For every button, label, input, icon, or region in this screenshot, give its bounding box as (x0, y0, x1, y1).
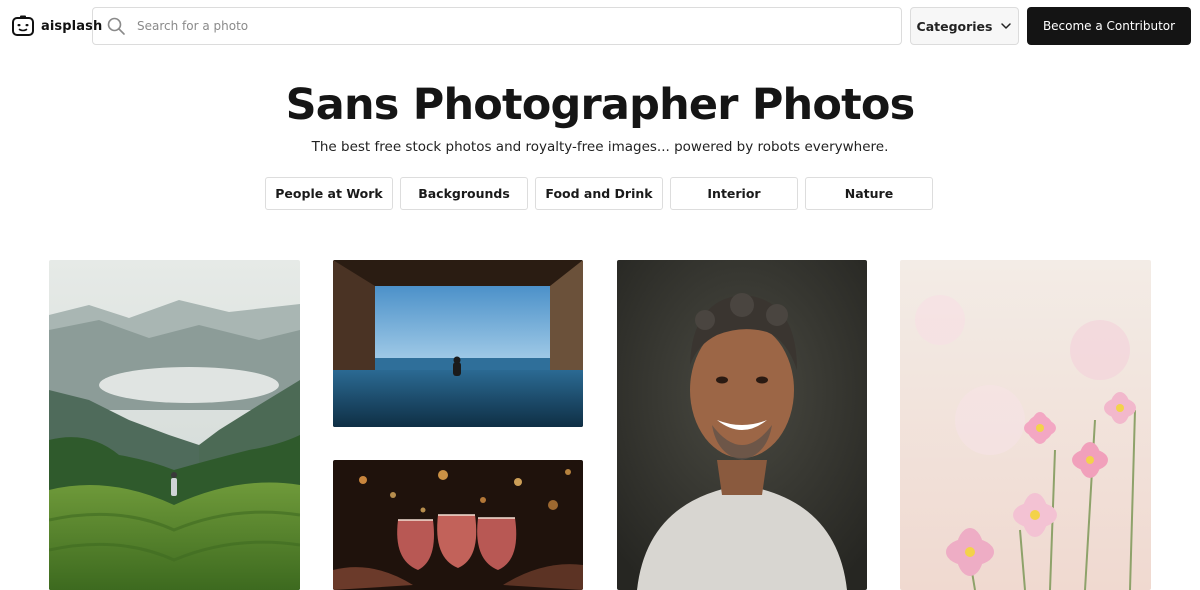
flowers-image (900, 260, 1151, 590)
wine-glasses-image (333, 460, 583, 590)
photo-pink-flowers[interactable] (900, 260, 1151, 590)
portrait-image (617, 260, 867, 590)
search-input[interactable] (135, 18, 879, 34)
mountain-landscape-image (49, 260, 300, 590)
chevron-down-icon (1001, 23, 1012, 29)
chip-backgrounds[interactable]: Backgrounds (400, 177, 528, 210)
page-subtitle: The best free stock photos and royalty-f… (311, 139, 889, 155)
photo-misty-mountains[interactable] (49, 260, 300, 590)
chip-nature[interactable]: Nature (805, 177, 933, 210)
photo-wine-toast[interactable] (333, 460, 583, 590)
chip-food-and-drink[interactable]: Food and Drink (535, 177, 663, 210)
photo-infinity-pool[interactable] (333, 260, 583, 427)
chip-interior[interactable]: Interior (670, 177, 798, 210)
page-title: Sans Photographer Photos (285, 80, 916, 130)
infinity-pool-image (333, 260, 583, 427)
category-chips: People at Work Backgrounds Food and Drin… (265, 177, 935, 210)
categories-label: Categories (916, 18, 993, 34)
search-icon (107, 17, 125, 35)
categories-dropdown-button[interactable]: Categories (910, 7, 1019, 45)
top-navbar: aisplash Categories Become a Contributor (0, 0, 1200, 52)
search-bar[interactable] (92, 7, 902, 45)
robot-logo-icon (12, 15, 34, 36)
logo[interactable]: aisplash (11, 13, 102, 39)
photo-smiling-man[interactable] (617, 260, 867, 590)
become-contributor-button[interactable]: Become a Contributor (1027, 7, 1191, 45)
chip-people-at-work[interactable]: People at Work (265, 177, 393, 210)
